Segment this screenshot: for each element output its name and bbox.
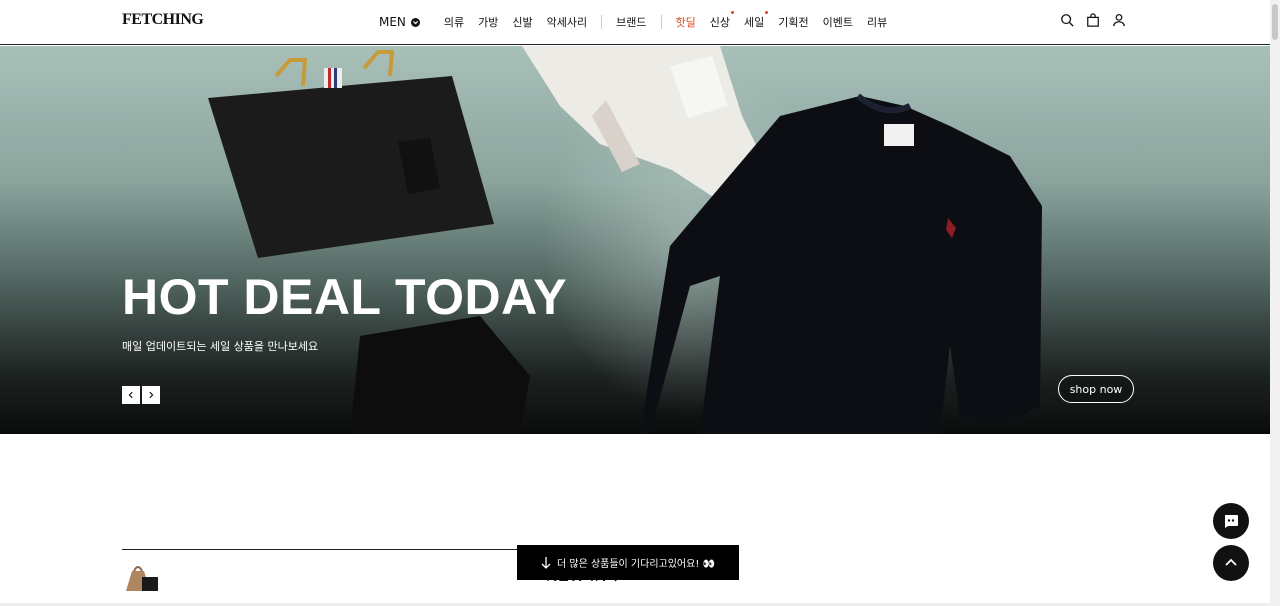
nav-divider (601, 15, 603, 29)
prev-slide-button[interactable] (122, 386, 140, 404)
nav-item-event[interactable]: 이벤트 (823, 14, 853, 30)
shopping-bag-icon[interactable] (1086, 12, 1100, 27)
search-icon[interactable] (1060, 12, 1074, 27)
chevron-down-icon (410, 17, 420, 27)
wallet-illustration (350, 316, 530, 434)
page-scrollbar[interactable] (1270, 0, 1280, 606)
scroll-to-top-button[interactable] (1213, 545, 1249, 581)
main-nav: MEN 의류 가방 신발 악세사리 브랜드 핫딜 신상 세일 기획전 이벤트 리… (379, 0, 901, 44)
site-logo[interactable]: FETCHING (122, 11, 204, 29)
nav-item-bags[interactable]: 가방 (478, 14, 498, 30)
chevron-right-icon (149, 391, 154, 399)
site-header: FETCHING MEN 의류 가방 신발 악세사리 브랜드 핫딜 신상 세일 … (0, 0, 1270, 45)
chevron-left-icon (128, 391, 133, 399)
arrow-down-icon (541, 556, 551, 569)
section-divider (122, 549, 524, 550)
nav-item-exhibition[interactable]: 기획전 (778, 14, 808, 30)
briefcase-illustration (208, 50, 494, 258)
user-icon[interactable] (1112, 12, 1126, 27)
nav-item-brand[interactable]: 브랜드 (616, 14, 646, 30)
nav-item-new[interactable]: 신상 (710, 11, 735, 30)
gender-selector[interactable]: MEN (379, 15, 420, 29)
nav-divider (660, 15, 662, 29)
nav-item-hotdeal[interactable]: 핫딜 (676, 14, 696, 30)
nav-item-accessories[interactable]: 악세사리 (547, 14, 587, 30)
more-products-banner[interactable]: 더 많은 상품들이 기다리고있어요! 👀 (517, 545, 739, 580)
hero-title: HOT DEAL TODAY (122, 269, 568, 325)
nav-item-shoes[interactable]: 신발 (512, 14, 532, 30)
nav-item-review[interactable]: 리뷰 (867, 14, 887, 30)
next-slide-button[interactable] (142, 386, 160, 404)
chevron-up-icon (1225, 558, 1237, 566)
gender-label: MEN (379, 15, 406, 29)
scrollbar-thumb[interactable] (1272, 4, 1278, 40)
nav-item-clothing[interactable]: 의류 (444, 14, 464, 30)
more-products-text: 더 많은 상품들이 기다리고있어요! 👀 (557, 559, 715, 570)
product-thumbnail[interactable] (122, 563, 162, 593)
nav-item-sale[interactable]: 세일 (744, 11, 769, 30)
shop-now-button[interactable]: shop now (1058, 375, 1134, 403)
hero-banner[interactable]: HOT DEAL TODAY 매일 업데이트되는 세일 상품을 만나보세요 sh… (0, 46, 1270, 434)
header-icons (1060, 12, 1126, 27)
hero-subtitle: 매일 업데이트되는 세일 상품을 만나보세요 (122, 340, 319, 353)
chat-button[interactable] (1213, 503, 1249, 539)
hero-slide-controls (122, 386, 160, 404)
chat-icon (1225, 515, 1238, 528)
